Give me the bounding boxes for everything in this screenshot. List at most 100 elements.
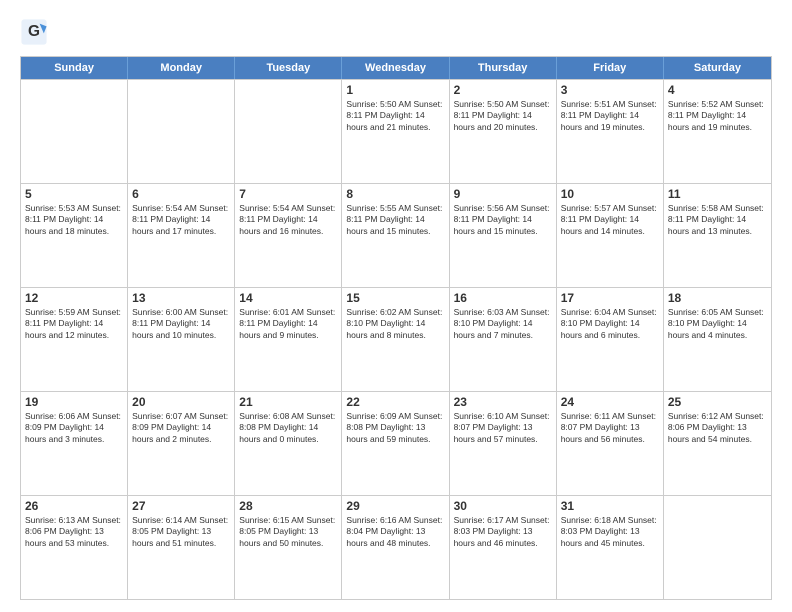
day-number: 9 xyxy=(454,187,552,201)
calendar-day-10: 10Sunrise: 5:57 AM Sunset: 8:11 PM Dayli… xyxy=(557,184,664,287)
calendar-day-4: 4Sunrise: 5:52 AM Sunset: 8:11 PM Daylig… xyxy=(664,80,771,183)
day-info: Sunrise: 6:00 AM Sunset: 8:11 PM Dayligh… xyxy=(132,307,230,341)
calendar-day-29: 29 Sunrise: 6:16 AM Sunset: 8:04 PM Dayli… xyxy=(342,496,449,599)
calendar: SundayMondayTuesdayWednesdayThursdayFrid… xyxy=(20,56,772,600)
day-number: 20 xyxy=(132,395,230,409)
calendar-row-2: 12Sunrise: 5:59 AM Sunset: 8:11 PM Dayli… xyxy=(21,287,771,391)
calendar-day-empty xyxy=(664,496,771,599)
calendar-day-empty xyxy=(235,80,342,183)
calendar-day-8: 8Sunrise: 5:55 AM Sunset: 8:11 PM Daylig… xyxy=(342,184,449,287)
calendar-day-28: 28Sunrise: 6:15 AM Sunset: 8:05 PM Dayli… xyxy=(235,496,342,599)
calendar-day-15: 15 Sunrise: 6:02 AM Sunset: 8:10 PM Dayli… xyxy=(342,288,449,391)
calendar-day-7: 7 Sunrise: 5:54 AM Sunset: 8:11 PM Daylig… xyxy=(235,184,342,287)
day-info: Sunrise: 6:05 AM Sunset: 8:10 PM Dayligh… xyxy=(668,307,767,341)
calendar-day-3: 3 Sunrise: 5:51 AM Sunset: 8:11 PM Daylig… xyxy=(557,80,664,183)
day-info: Sunrise: 6:18 AM Sunset: 8:03 PM Dayligh… xyxy=(561,515,659,549)
day-number: 21 xyxy=(239,395,337,409)
day-number: 22 xyxy=(346,395,444,409)
calendar-day-27: 27 Sunrise: 6:14 AM Sunset: 8:05 PM Dayli… xyxy=(128,496,235,599)
calendar-row-0: 1Sunrise: 5:50 AM Sunset: 8:11 PM Daylig… xyxy=(21,79,771,183)
calendar-day-9: 9 Sunrise: 5:56 AM Sunset: 8:11 PM Daylig… xyxy=(450,184,557,287)
day-info: Sunrise: 5:54 AM Sunset: 8:11 PM Dayligh… xyxy=(239,203,337,237)
day-info: Sunrise: 6:16 AM Sunset: 8:04 PM Dayligh… xyxy=(346,515,444,549)
header-day-monday: Monday xyxy=(128,57,235,79)
calendar-day-13: 13 Sunrise: 6:00 AM Sunset: 8:11 PM Dayli… xyxy=(128,288,235,391)
header-day-tuesday: Tuesday xyxy=(235,57,342,79)
calendar-day-16: 16 Sunrise: 6:03 AM Sunset: 8:10 PM Dayli… xyxy=(450,288,557,391)
day-number: 25 xyxy=(668,395,767,409)
day-info: Sunrise: 6:11 AM Sunset: 8:07 PM Dayligh… xyxy=(561,411,659,445)
day-number: 29 xyxy=(346,499,444,513)
day-info: Sunrise: 5:53 AM Sunset: 8:11 PM Dayligh… xyxy=(25,203,123,237)
day-info: Sunrise: 6:02 AM Sunset: 8:10 PM Dayligh… xyxy=(346,307,444,341)
calendar-day-6: 6 Sunrise: 5:54 AM Sunset: 8:11 PM Daylig… xyxy=(128,184,235,287)
calendar-row-4: 26 Sunrise: 6:13 AM Sunset: 8:06 PM Dayli… xyxy=(21,495,771,599)
day-info: Sunrise: 6:17 AM Sunset: 8:03 PM Dayligh… xyxy=(454,515,552,549)
day-info: Sunrise: 5:54 AM Sunset: 8:11 PM Dayligh… xyxy=(132,203,230,237)
day-info: Sunrise: 5:50 AM Sunset: 8:11 PM Dayligh… xyxy=(454,99,552,133)
day-number: 13 xyxy=(132,291,230,305)
day-info: Sunrise: 5:57 AM Sunset: 8:11 PM Dayligh… xyxy=(561,203,659,237)
day-number: 23 xyxy=(454,395,552,409)
day-info: Sunrise: 6:06 AM Sunset: 8:09 PM Dayligh… xyxy=(25,411,123,445)
day-info: Sunrise: 6:01 AM Sunset: 8:11 PM Dayligh… xyxy=(239,307,337,341)
calendar-day-2: 2 Sunrise: 5:50 AM Sunset: 8:11 PM Daylig… xyxy=(450,80,557,183)
header-day-sunday: Sunday xyxy=(21,57,128,79)
day-number: 28 xyxy=(239,499,337,513)
day-number: 4 xyxy=(668,83,767,97)
calendar-day-24: 24 Sunrise: 6:11 AM Sunset: 8:07 PM Dayli… xyxy=(557,392,664,495)
day-number: 3 xyxy=(561,83,659,97)
calendar-row-1: 5 Sunrise: 5:53 AM Sunset: 8:11 PM Daylig… xyxy=(21,183,771,287)
day-info: Sunrise: 6:08 AM Sunset: 8:08 PM Dayligh… xyxy=(239,411,337,445)
day-number: 14 xyxy=(239,291,337,305)
calendar-day-5: 5 Sunrise: 5:53 AM Sunset: 8:11 PM Daylig… xyxy=(21,184,128,287)
header-day-thursday: Thursday xyxy=(450,57,557,79)
calendar-day-17: 17Sunrise: 6:04 AM Sunset: 8:10 PM Dayli… xyxy=(557,288,664,391)
calendar-day-30: 30 Sunrise: 6:17 AM Sunset: 8:03 PM Dayli… xyxy=(450,496,557,599)
day-info: Sunrise: 5:50 AM Sunset: 8:11 PM Dayligh… xyxy=(346,99,444,133)
day-number: 7 xyxy=(239,187,337,201)
header-day-saturday: Saturday xyxy=(664,57,771,79)
day-info: Sunrise: 5:51 AM Sunset: 8:11 PM Dayligh… xyxy=(561,99,659,133)
header: G xyxy=(20,18,772,46)
calendar-day-23: 23 Sunrise: 6:10 AM Sunset: 8:07 PM Dayli… xyxy=(450,392,557,495)
day-info: Sunrise: 6:09 AM Sunset: 8:08 PM Dayligh… xyxy=(346,411,444,445)
day-info: Sunrise: 6:12 AM Sunset: 8:06 PM Dayligh… xyxy=(668,411,767,445)
calendar-day-31: 31 Sunrise: 6:18 AM Sunset: 8:03 PM Dayli… xyxy=(557,496,664,599)
day-info: Sunrise: 6:10 AM Sunset: 8:07 PM Dayligh… xyxy=(454,411,552,445)
calendar-day-26: 26 Sunrise: 6:13 AM Sunset: 8:06 PM Dayli… xyxy=(21,496,128,599)
day-info: Sunrise: 5:59 AM Sunset: 8:11 PM Dayligh… xyxy=(25,307,123,341)
day-info: Sunrise: 5:55 AM Sunset: 8:11 PM Dayligh… xyxy=(346,203,444,237)
day-number: 27 xyxy=(132,499,230,513)
header-day-wednesday: Wednesday xyxy=(342,57,449,79)
calendar-body: 1Sunrise: 5:50 AM Sunset: 8:11 PM Daylig… xyxy=(21,79,771,599)
calendar-header: SundayMondayTuesdayWednesdayThursdayFrid… xyxy=(21,57,771,79)
day-number: 26 xyxy=(25,499,123,513)
day-info: Sunrise: 6:13 AM Sunset: 8:06 PM Dayligh… xyxy=(25,515,123,549)
day-info: Sunrise: 6:14 AM Sunset: 8:05 PM Dayligh… xyxy=(132,515,230,549)
calendar-day-21: 21 Sunrise: 6:08 AM Sunset: 8:08 PM Dayli… xyxy=(235,392,342,495)
day-number: 18 xyxy=(668,291,767,305)
day-number: 15 xyxy=(346,291,444,305)
day-number: 19 xyxy=(25,395,123,409)
calendar-day-11: 11Sunrise: 5:58 AM Sunset: 8:11 PM Dayli… xyxy=(664,184,771,287)
calendar-day-18: 18 Sunrise: 6:05 AM Sunset: 8:10 PM Dayli… xyxy=(664,288,771,391)
day-number: 30 xyxy=(454,499,552,513)
day-number: 31 xyxy=(561,499,659,513)
page: G SundayMondayTuesdayWednesdayThursdayFr… xyxy=(0,0,792,612)
day-number: 11 xyxy=(668,187,767,201)
calendar-day-25: 25 Sunrise: 6:12 AM Sunset: 8:06 PM Dayli… xyxy=(664,392,771,495)
calendar-day-empty xyxy=(128,80,235,183)
day-number: 24 xyxy=(561,395,659,409)
day-number: 5 xyxy=(25,187,123,201)
calendar-day-empty xyxy=(21,80,128,183)
calendar-day-12: 12Sunrise: 5:59 AM Sunset: 8:11 PM Dayli… xyxy=(21,288,128,391)
day-number: 6 xyxy=(132,187,230,201)
day-number: 2 xyxy=(454,83,552,97)
day-info: Sunrise: 6:03 AM Sunset: 8:10 PM Dayligh… xyxy=(454,307,552,341)
day-info: Sunrise: 5:56 AM Sunset: 8:11 PM Dayligh… xyxy=(454,203,552,237)
day-info: Sunrise: 6:04 AM Sunset: 8:10 PM Dayligh… xyxy=(561,307,659,341)
day-number: 16 xyxy=(454,291,552,305)
calendar-day-19: 19 Sunrise: 6:06 AM Sunset: 8:09 PM Dayli… xyxy=(21,392,128,495)
logo: G xyxy=(20,18,52,46)
